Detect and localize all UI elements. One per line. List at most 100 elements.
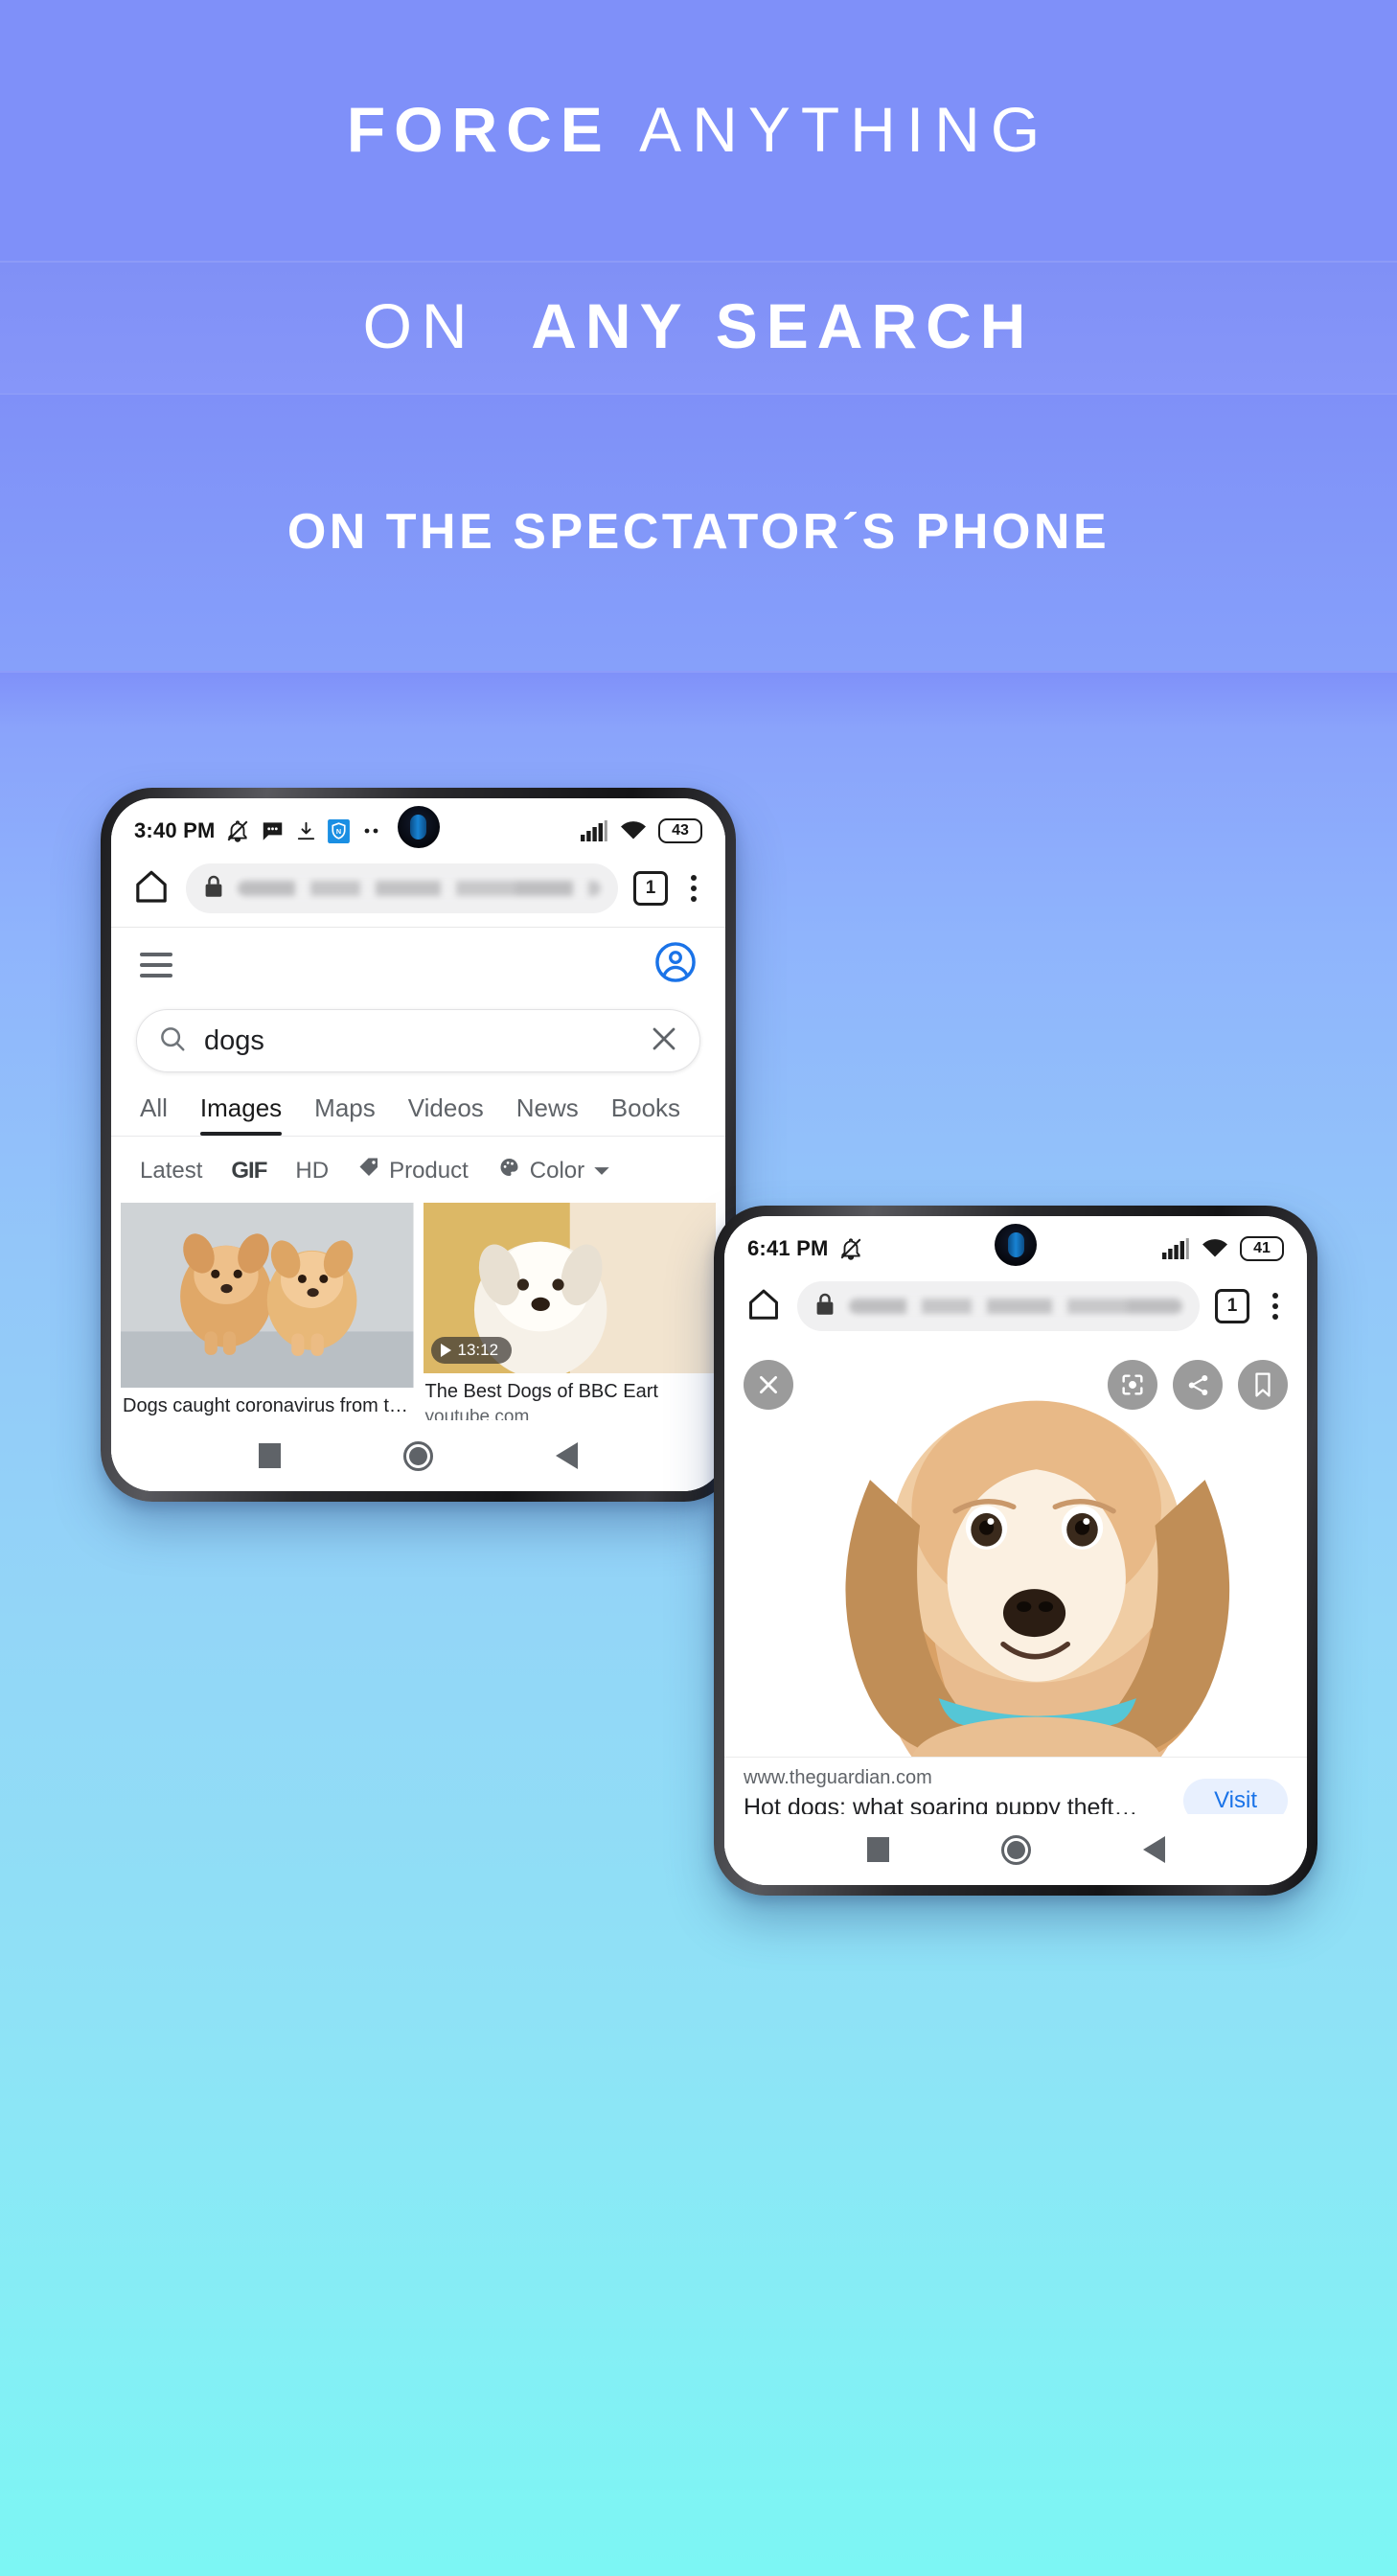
kebab-menu-icon[interactable]: [683, 873, 704, 904]
google-lens-icon[interactable]: [1108, 1360, 1157, 1410]
search-tabs: All Images Maps Videos News Books: [111, 1072, 725, 1137]
android-nav-bar-left: [111, 1420, 725, 1491]
battery-badge: 41: [1240, 1236, 1284, 1261]
shield-icon: N: [327, 818, 351, 844]
headline-line-2: ON ANY SEARCH: [363, 281, 1035, 373]
promo-subtitle-band: ON THE SPECTATOR´S PHONE: [0, 393, 1397, 671]
result-info-bar: www.theguardian.com Hot dogs: what soari…: [724, 1757, 1307, 1814]
home-circle-icon[interactable]: [1000, 1834, 1031, 1865]
results-column-right: 13:12 The Best Dogs of BBC Eart youtube.…: [423, 1203, 716, 1420]
tab-news[interactable]: News: [516, 1093, 579, 1136]
bell-off-icon: [838, 1236, 863, 1261]
signal-icon: [1161, 1237, 1190, 1260]
result-title: The Best Dogs of BBC Eart: [424, 1381, 658, 1403]
filter-latest[interactable]: Latest: [140, 1158, 202, 1184]
wifi-icon: [1201, 1237, 1229, 1260]
filter-color[interactable]: Color: [497, 1156, 610, 1185]
image-results-grid: Dogs caught coronavirus from th… nature.…: [111, 1203, 725, 1420]
back-triangle-icon[interactable]: [556, 1442, 578, 1469]
result-card[interactable]: 13:12 The Best Dogs of BBC Eart youtube.…: [423, 1203, 716, 1420]
status-time: 3:40 PM: [134, 818, 216, 842]
url-text-blurred: [849, 1299, 1182, 1314]
wifi-icon: [619, 819, 648, 842]
svg-text:N: N: [335, 827, 340, 836]
tab-videos[interactable]: Videos: [408, 1093, 484, 1136]
phone-device-left: 3:40 PM N 43 1 dogs All Images Maps Vide…: [101, 788, 736, 1502]
headline-on-word: ON: [362, 290, 477, 362]
tab-books[interactable]: Books: [611, 1093, 680, 1136]
phone-device-right: 6:41 PM 41 1 www.theguardian.com Hot dog…: [714, 1206, 1317, 1896]
result-thumbnail[interactable]: [121, 1203, 414, 1389]
phone-right-screen: 6:41 PM 41 1 www.theguardian.com Hot dog…: [724, 1216, 1307, 1885]
promo-subtitle: ON THE SPECTATOR´S PHONE: [286, 504, 1111, 560]
hamburger-icon[interactable]: [140, 952, 172, 978]
chevron-down-icon: [593, 1158, 610, 1184]
visit-button[interactable]: Visit: [1183, 1779, 1288, 1814]
promo-headline: FORCE ANYTHING: [0, 0, 1397, 261]
filter-hd[interactable]: HD: [295, 1158, 329, 1184]
filter-color-label: Color: [529, 1157, 585, 1184]
browser-chrome-left: 1: [111, 858, 725, 927]
home-icon[interactable]: [132, 867, 171, 910]
hero-image[interactable]: [724, 1345, 1307, 1757]
url-text-blurred: [238, 881, 601, 896]
result-title: Dogs caught coronavirus from th…: [123, 1395, 414, 1417]
signal-icon: [580, 819, 608, 842]
phone-left-screen: 3:40 PM N 43 1 dogs All Images Maps Vide…: [111, 798, 725, 1491]
result-card[interactable]: Dogs caught coronavirus from th… nature.…: [121, 1203, 414, 1420]
share-icon[interactable]: [1173, 1360, 1223, 1410]
tab-images[interactable]: Images: [199, 1093, 283, 1136]
android-nav-bar-right: [724, 1814, 1307, 1885]
video-duration-badge: 13:12: [430, 1337, 513, 1365]
browser-chrome-right: 1: [724, 1276, 1307, 1345]
lock-icon: [814, 1293, 836, 1321]
bookmark-icon[interactable]: [1238, 1360, 1288, 1410]
status-bar-left: 3:40 PM N 43: [111, 798, 725, 858]
google-header-left: [111, 927, 725, 994]
palette-icon: [497, 1156, 521, 1185]
download-icon: [295, 819, 317, 843]
lock-icon: [203, 875, 224, 903]
tab-count-button[interactable]: 1: [1215, 1289, 1249, 1323]
filter-gif[interactable]: GIF: [231, 1158, 267, 1184]
camera-punch-hole: [995, 1224, 1037, 1266]
bell-off-icon: [225, 818, 250, 843]
more-dots-icon: [360, 826, 383, 836]
hero-action-bar: [724, 1360, 1307, 1410]
search-icon: [158, 1024, 187, 1058]
kebab-menu-icon[interactable]: [1265, 1291, 1286, 1322]
promo-headline-band: ON ANY SEARCH: [0, 261, 1397, 393]
filter-product[interactable]: Product: [357, 1156, 469, 1185]
recents-square-icon[interactable]: [259, 1443, 281, 1468]
close-x-icon[interactable]: [650, 1024, 678, 1058]
tab-count-button[interactable]: 1: [633, 871, 668, 906]
play-icon: [440, 1344, 451, 1358]
tab-all[interactable]: All: [140, 1093, 168, 1136]
camera-punch-hole: [397, 806, 440, 848]
headline-line-1: FORCE ANYTHING: [347, 84, 1050, 176]
headline-force-word: FORCE: [346, 94, 611, 166]
search-filters: Latest GIF HD Product Color: [111, 1137, 725, 1203]
results-column-left: Dogs caught coronavirus from th… nature.…: [121, 1203, 414, 1420]
address-bar[interactable]: [797, 1281, 1200, 1331]
video-duration-text: 13:12: [457, 1341, 499, 1360]
home-icon[interactable]: [745, 1286, 782, 1327]
status-bar-right: 6:41 PM 41: [724, 1216, 1307, 1276]
result-thumbnail[interactable]: 13:12: [423, 1203, 716, 1374]
battery-badge: 43: [658, 818, 702, 843]
home-circle-icon[interactable]: [403, 1440, 433, 1471]
result-source: youtube.com: [424, 1407, 530, 1420]
back-triangle-icon[interactable]: [1142, 1836, 1165, 1863]
image-viewer: www.theguardian.com Hot dogs: what soari…: [724, 1345, 1307, 1814]
headline-anything-word: ANYTHING: [639, 94, 1051, 166]
tag-icon: [357, 1156, 380, 1185]
message-icon: [260, 818, 286, 843]
headline-any-search-word: ANY SEARCH: [531, 290, 1035, 362]
tab-maps[interactable]: Maps: [314, 1093, 376, 1136]
status-time: 6:41 PM: [747, 1236, 829, 1260]
recents-square-icon[interactable]: [866, 1837, 889, 1862]
close-x-icon[interactable]: [744, 1360, 793, 1410]
address-bar[interactable]: [186, 863, 618, 913]
search-input[interactable]: dogs: [136, 1009, 700, 1072]
account-avatar-icon[interactable]: [654, 941, 697, 988]
